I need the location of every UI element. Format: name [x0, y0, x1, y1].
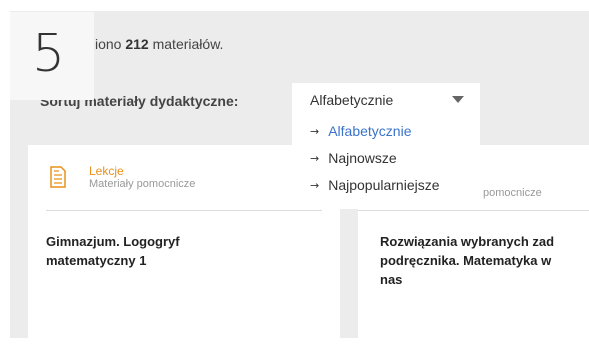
card-divider	[46, 210, 322, 211]
card-title-line: matematyczny 1	[46, 253, 147, 268]
sort-option-label: Najnowsze	[328, 150, 397, 166]
card-subtitle: pomocnicze	[483, 187, 542, 199]
card-divider	[358, 210, 589, 211]
arrow-right-icon: →	[310, 179, 320, 192]
card-title-line: Rozwiązania wybranych zad	[380, 234, 555, 249]
results-count-text: iono 212 materiałów.	[95, 36, 223, 52]
caret-down-icon	[452, 96, 464, 103]
card-title-line: nas	[380, 272, 403, 287]
card-subtitle: Materiały pomocnicze	[89, 178, 196, 190]
sort-option-label: Alfabetycznie	[328, 123, 412, 139]
step-indicator: 5	[10, 12, 94, 100]
sort-dropdown-menu: → Alfabetycznie → Najnowsze → Najpopularnie…	[292, 119, 480, 209]
results-prefix: iono	[95, 36, 122, 52]
step-number: 5	[32, 24, 66, 84]
document-icon	[50, 166, 66, 188]
card-title[interactable]: Gimnazjum. Logogryf matematyczny 1	[46, 232, 180, 270]
sort-option-alphabetical[interactable]: → Alfabetycznie	[310, 123, 412, 139]
card-type: Lekcje	[89, 164, 124, 178]
results-suffix: materiałów.	[152, 36, 224, 52]
sort-option-label: Najpopularniejsze	[328, 177, 440, 193]
card-title-line: Gimnazjum. Logogryf	[46, 234, 180, 249]
results-count: 212	[125, 36, 149, 52]
sort-select-value: Alfabetycznie	[310, 92, 394, 108]
sort-option-popular[interactable]: → Najpopularniejsze	[310, 177, 440, 193]
arrow-right-icon: →	[310, 125, 320, 138]
card-title[interactable]: Rozwiązania wybranych zad podręcznika. M…	[380, 232, 554, 289]
arrow-right-icon: →	[310, 152, 320, 165]
sort-select[interactable]: Alfabetycznie	[292, 83, 480, 119]
sort-option-newest[interactable]: → Najnowsze	[310, 150, 397, 166]
card-title-line: podręcznika. Matematyka w	[380, 253, 552, 268]
